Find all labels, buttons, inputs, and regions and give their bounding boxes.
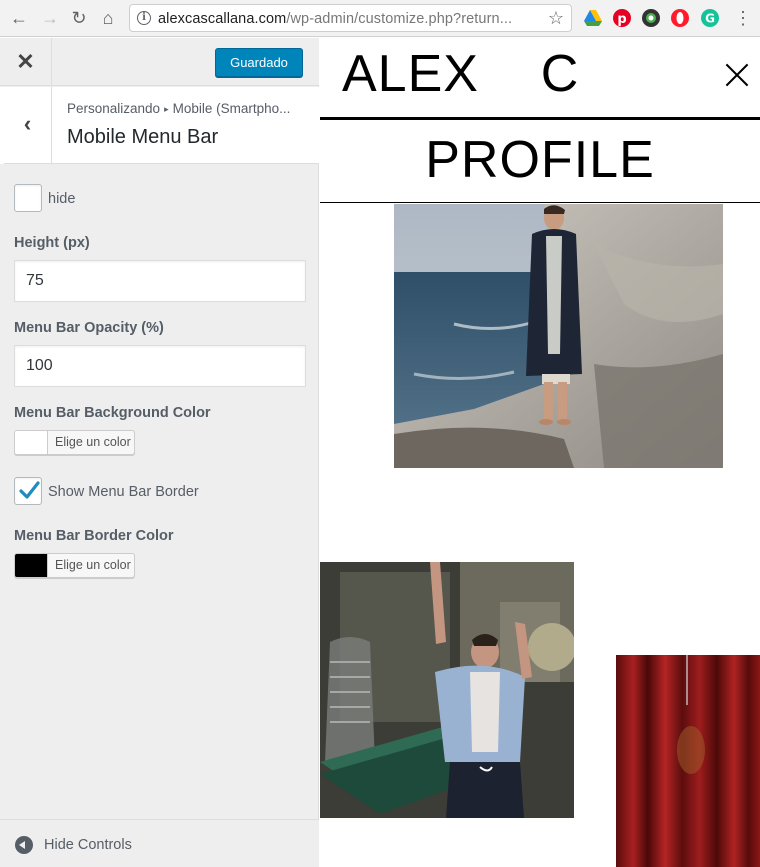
browser-toolbar: ← → ↻ ⌂ i alexcascallana.com/wp-admin/cu…	[0, 0, 760, 37]
profile-photo-seaside[interactable]	[394, 204, 723, 468]
height-label: Height (px)	[14, 235, 90, 251]
breadcrumb-child: Mobile (Smartpho...	[172, 101, 291, 116]
height-input[interactable]: 75	[14, 260, 306, 302]
customizer-footer: Hide Controls	[0, 819, 319, 867]
show-border-checkbox[interactable]	[14, 477, 42, 505]
reload-icon[interactable]: ↻	[69, 8, 89, 28]
bg-color-swatch	[15, 431, 48, 454]
home-icon[interactable]: ⌂	[98, 8, 118, 28]
address-bar[interactable]: i alexcascallana.com/wp-admin/customize.…	[129, 4, 572, 32]
border-color-picker-button[interactable]: Elige un color	[14, 553, 135, 578]
forward-arrow-icon[interactable]: →	[40, 8, 60, 28]
breadcrumb-arrow-icon: ▸	[164, 104, 169, 114]
menu-bar-border	[320, 117, 760, 120]
hide-checkbox[interactable]	[14, 184, 42, 212]
back-chevron-icon[interactable]: ‹	[0, 87, 52, 164]
opacity-input[interactable]: 100	[14, 345, 306, 387]
info-icon[interactable]: i	[137, 11, 151, 25]
close-icon[interactable]: ✕	[0, 38, 52, 86]
border-color-button-label: Elige un color	[55, 558, 131, 572]
site-logo[interactable]: ALEX C	[342, 44, 579, 104]
save-button[interactable]: Guardado	[215, 48, 303, 77]
customizer-header: ✕ Guardado	[0, 38, 319, 86]
svg-text:G: G	[705, 12, 715, 26]
profile-photo-curtain[interactable]	[616, 655, 760, 867]
opera-extension-icon[interactable]	[670, 8, 690, 28]
camera-extension-icon[interactable]	[641, 8, 661, 28]
url-path: /wp-admin/customize.php?return...	[286, 11, 513, 27]
title-divider	[320, 202, 760, 203]
profile-photo-cafe[interactable]	[320, 562, 574, 818]
back-arrow-icon[interactable]: ←	[9, 8, 29, 28]
section-title: Mobile Menu Bar	[67, 126, 219, 148]
url-domain: alexcascallana.com	[158, 11, 287, 27]
pinterest-icon[interactable]: p	[612, 8, 632, 28]
browser-menu-icon[interactable]: ⋮	[734, 6, 752, 30]
show-border-label: Show Menu Bar Border	[48, 484, 199, 500]
google-drive-icon[interactable]	[583, 8, 603, 28]
bg-color-label: Menu Bar Background Color	[14, 405, 211, 421]
border-color-swatch	[15, 554, 48, 577]
svg-text:p: p	[617, 12, 626, 27]
breadcrumb: Personalizando ▸ Mobile (Smartpho...	[67, 101, 290, 116]
page-title: PROFILE	[425, 131, 655, 189]
site-preview: ALEX C PROFILE	[320, 38, 760, 867]
breadcrumb-parent: Personalizando	[67, 101, 161, 116]
checkmark-icon	[19, 481, 40, 499]
section-header: ‹ Personalizando ▸ Mobile (Smartpho... Mob…	[0, 87, 319, 164]
bg-color-button-label: Elige un color	[55, 435, 131, 449]
customizer-sidebar: ✕ Guardado ‹ Personalizando ▸ Mobile (Smar…	[0, 38, 319, 867]
url-text[interactable]: alexcascallana.com/wp-admin/customize.ph…	[158, 11, 512, 27]
bookmark-star-icon[interactable]: ☆	[548, 8, 564, 29]
collapse-arrow-icon[interactable]	[15, 836, 33, 854]
border-color-label: Menu Bar Border Color	[14, 528, 174, 544]
hide-label: hide	[48, 191, 76, 207]
hide-controls-button[interactable]: Hide Controls	[44, 837, 132, 853]
opacity-label: Menu Bar Opacity (%)	[14, 320, 164, 336]
menu-close-icon[interactable]	[724, 62, 750, 88]
bg-color-picker-button[interactable]: Elige un color	[14, 430, 135, 455]
grammarly-icon[interactable]: G	[700, 8, 720, 28]
